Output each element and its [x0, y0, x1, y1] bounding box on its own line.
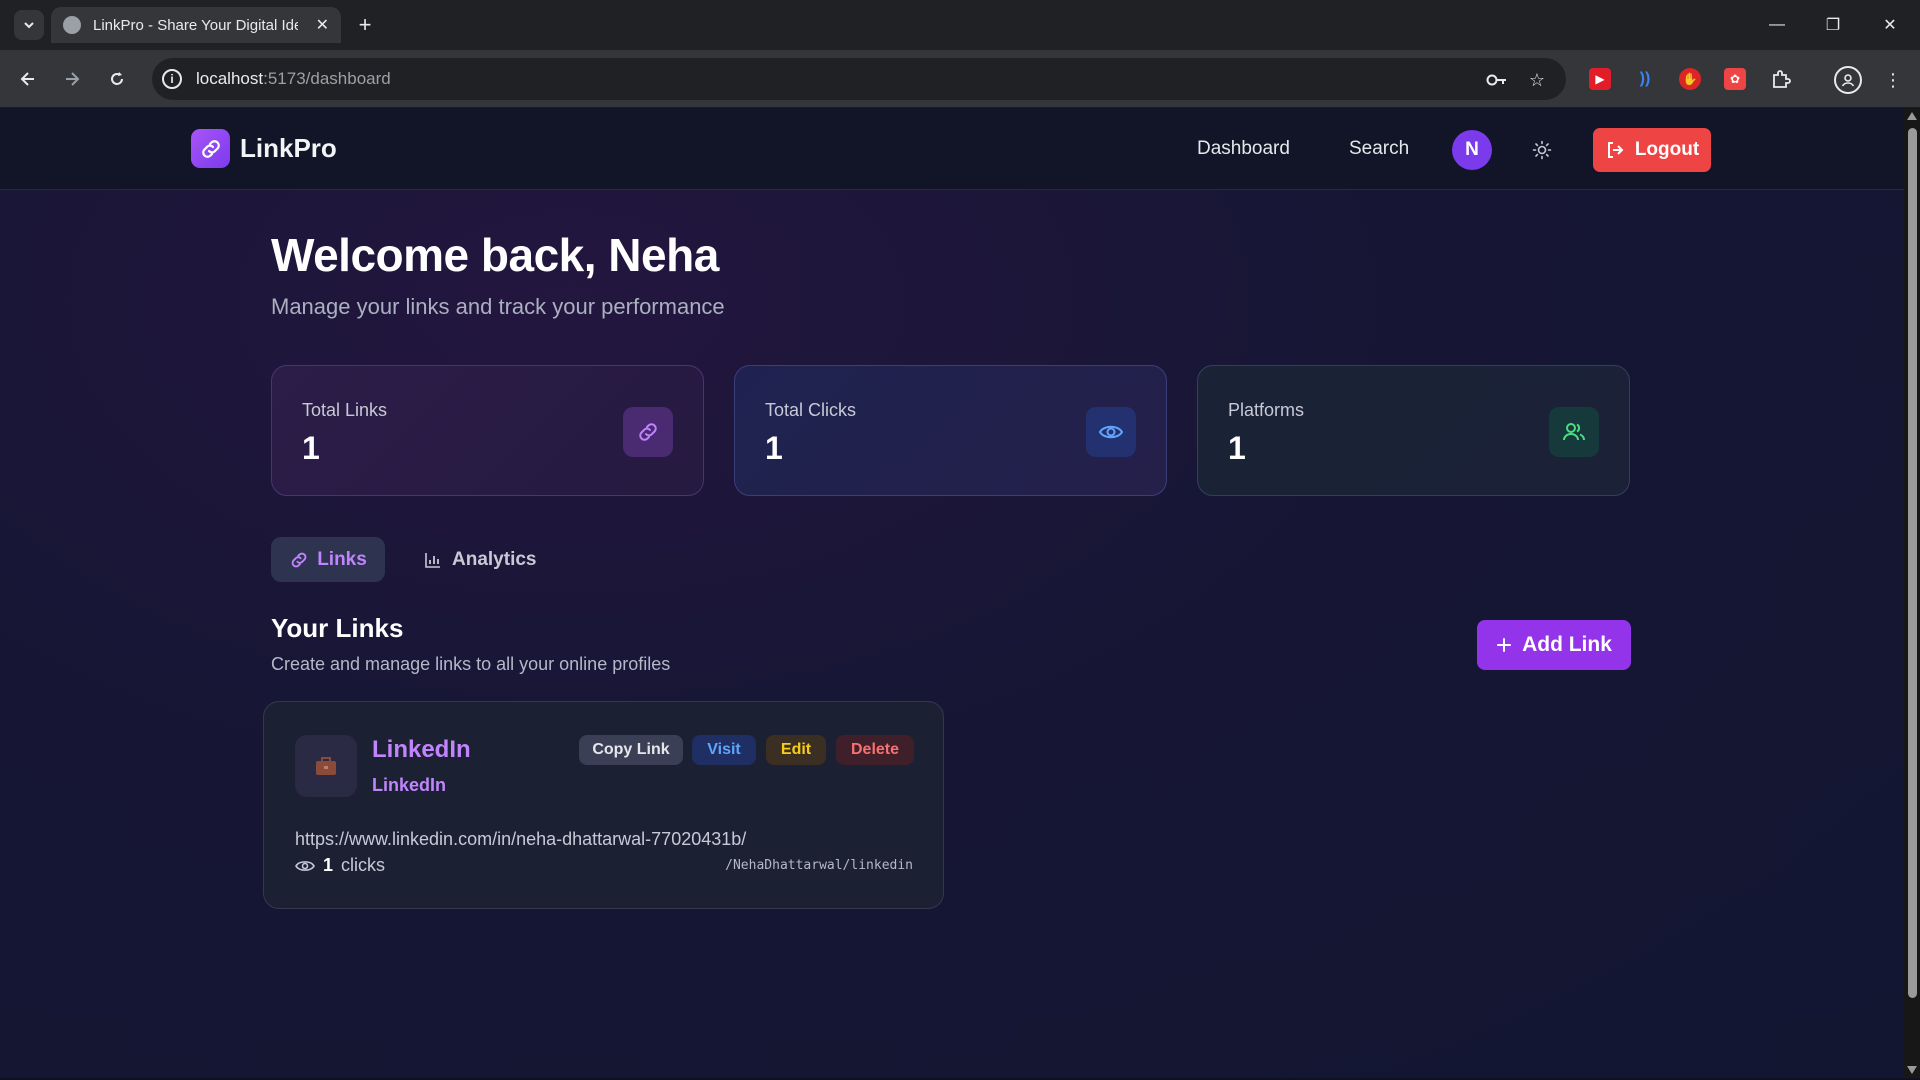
add-link-label: Add Link: [1522, 633, 1612, 656]
tab-analytics[interactable]: Analytics: [424, 537, 536, 582]
brand-name: LinkPro: [240, 133, 337, 163]
globe-icon: [63, 16, 81, 34]
stat-label: Total Clicks: [765, 400, 857, 420]
stat-card-total-clicks: Total Clicks 1: [734, 365, 1167, 496]
back-icon[interactable]: [14, 65, 42, 93]
tab-title: LinkPro - Share Your Digital Ide: [93, 16, 298, 34]
users-icon: [1549, 407, 1599, 457]
link-icon: [623, 407, 673, 457]
briefcase-icon: [295, 735, 357, 797]
tab-label: Analytics: [452, 548, 537, 570]
tab-links[interactable]: Links: [271, 537, 385, 582]
nav-dashboard[interactable]: Dashboard: [1197, 138, 1290, 160]
close-window-icon[interactable]: ✕: [1870, 12, 1910, 38]
clicks-label: clicks: [341, 855, 386, 875]
scroll-down-icon[interactable]: [1907, 1066, 1917, 1074]
nav-search[interactable]: Search: [1349, 138, 1409, 160]
app-viewport: LinkPro Dashboard Search N Logout Welcom…: [0, 108, 1904, 1078]
brand[interactable]: LinkPro: [191, 129, 337, 168]
browser-menu-icon[interactable]: ⋮: [1882, 69, 1904, 91]
stat-card-platforms: Platforms 1: [1197, 365, 1630, 496]
sun-icon[interactable]: [1528, 136, 1556, 164]
forward-icon[interactable]: [58, 65, 86, 93]
link-clicks: 1 clicks: [295, 855, 385, 876]
close-tab-icon[interactable]: ✕: [316, 15, 329, 35]
edit-button[interactable]: Edit: [766, 735, 826, 765]
page-subtitle: Manage your links and track your perform…: [271, 294, 725, 319]
eye-icon: [1086, 407, 1136, 457]
stat-label: Platforms: [1228, 400, 1305, 420]
link-icon: [291, 552, 307, 567]
page-title: Welcome back, Neha: [271, 229, 719, 281]
scrollbar-thumb[interactable]: [1908, 128, 1917, 998]
profile-icon[interactable]: [1834, 66, 1862, 94]
scroll-up-icon[interactable]: [1907, 112, 1917, 120]
link-url: https://www.linkedin.com/in/neha-dhattar…: [295, 829, 747, 849]
stat-value: 1: [765, 430, 783, 466]
link-title[interactable]: LinkedIn: [372, 736, 471, 764]
logout-label: Logout: [1634, 139, 1700, 160]
link-logo-icon: [191, 129, 230, 168]
extensions-puzzle-icon[interactable]: [1770, 68, 1792, 90]
reload-icon[interactable]: [103, 65, 131, 93]
app-header: LinkPro Dashboard Search N Logout: [0, 108, 1904, 190]
tab-label: Links: [317, 548, 367, 570]
plus-icon: [1497, 638, 1512, 652]
extension-icon-2[interactable]: )): [1634, 68, 1656, 90]
stat-card-total-links: Total Links 1: [271, 365, 704, 496]
scrollbar[interactable]: [1904, 108, 1920, 1078]
extension-icon-1[interactable]: ▶: [1589, 68, 1611, 90]
link-card: LinkedIn LinkedIn Copy Link Visit Edit D…: [263, 701, 944, 909]
browser-tab[interactable]: LinkPro - Share Your Digital Ide ✕: [51, 7, 341, 43]
section-title: Your Links: [271, 613, 404, 643]
logout-icon: [1607, 142, 1624, 158]
logout-button[interactable]: Logout: [1593, 128, 1711, 172]
password-key-icon[interactable]: [1486, 69, 1508, 91]
tab-list-button[interactable]: [14, 10, 44, 40]
site-info-icon[interactable]: i: [162, 69, 182, 89]
delete-button[interactable]: Delete: [836, 735, 914, 765]
extension-icon-3[interactable]: ✋: [1679, 68, 1701, 90]
url-text: localhost:5173/dashboard: [196, 69, 391, 88]
link-slug: /NehaDhattarwal/linkedin: [725, 858, 913, 873]
eye-icon: [295, 860, 315, 871]
new-tab-button[interactable]: +: [352, 12, 378, 38]
copy-link-button[interactable]: Copy Link: [579, 735, 683, 765]
restore-icon[interactable]: ❐: [1813, 12, 1853, 38]
minimize-icon[interactable]: —: [1757, 12, 1797, 38]
chevron-down-icon: [24, 22, 34, 29]
bookmark-star-icon[interactable]: ☆: [1526, 69, 1548, 91]
section-subtitle: Create and manage links to all your onli…: [271, 654, 671, 674]
browser-tab-bar: LinkPro - Share Your Digital Ide ✕ + — ❐…: [0, 0, 1920, 50]
stat-value: 1: [1228, 430, 1246, 466]
clicks-count: 1: [323, 855, 334, 875]
visit-button[interactable]: Visit: [692, 735, 756, 765]
avatar[interactable]: N: [1452, 130, 1492, 170]
extension-icon-4[interactable]: ✿: [1724, 68, 1746, 90]
stat-value: 1: [302, 430, 320, 466]
link-platform: LinkedIn: [372, 775, 447, 795]
stat-label: Total Links: [302, 400, 388, 420]
address-bar[interactable]: i localhost:5173/dashboard: [152, 58, 1566, 100]
add-link-button[interactable]: Add Link: [1477, 620, 1631, 670]
bar-chart-icon: [425, 552, 440, 568]
